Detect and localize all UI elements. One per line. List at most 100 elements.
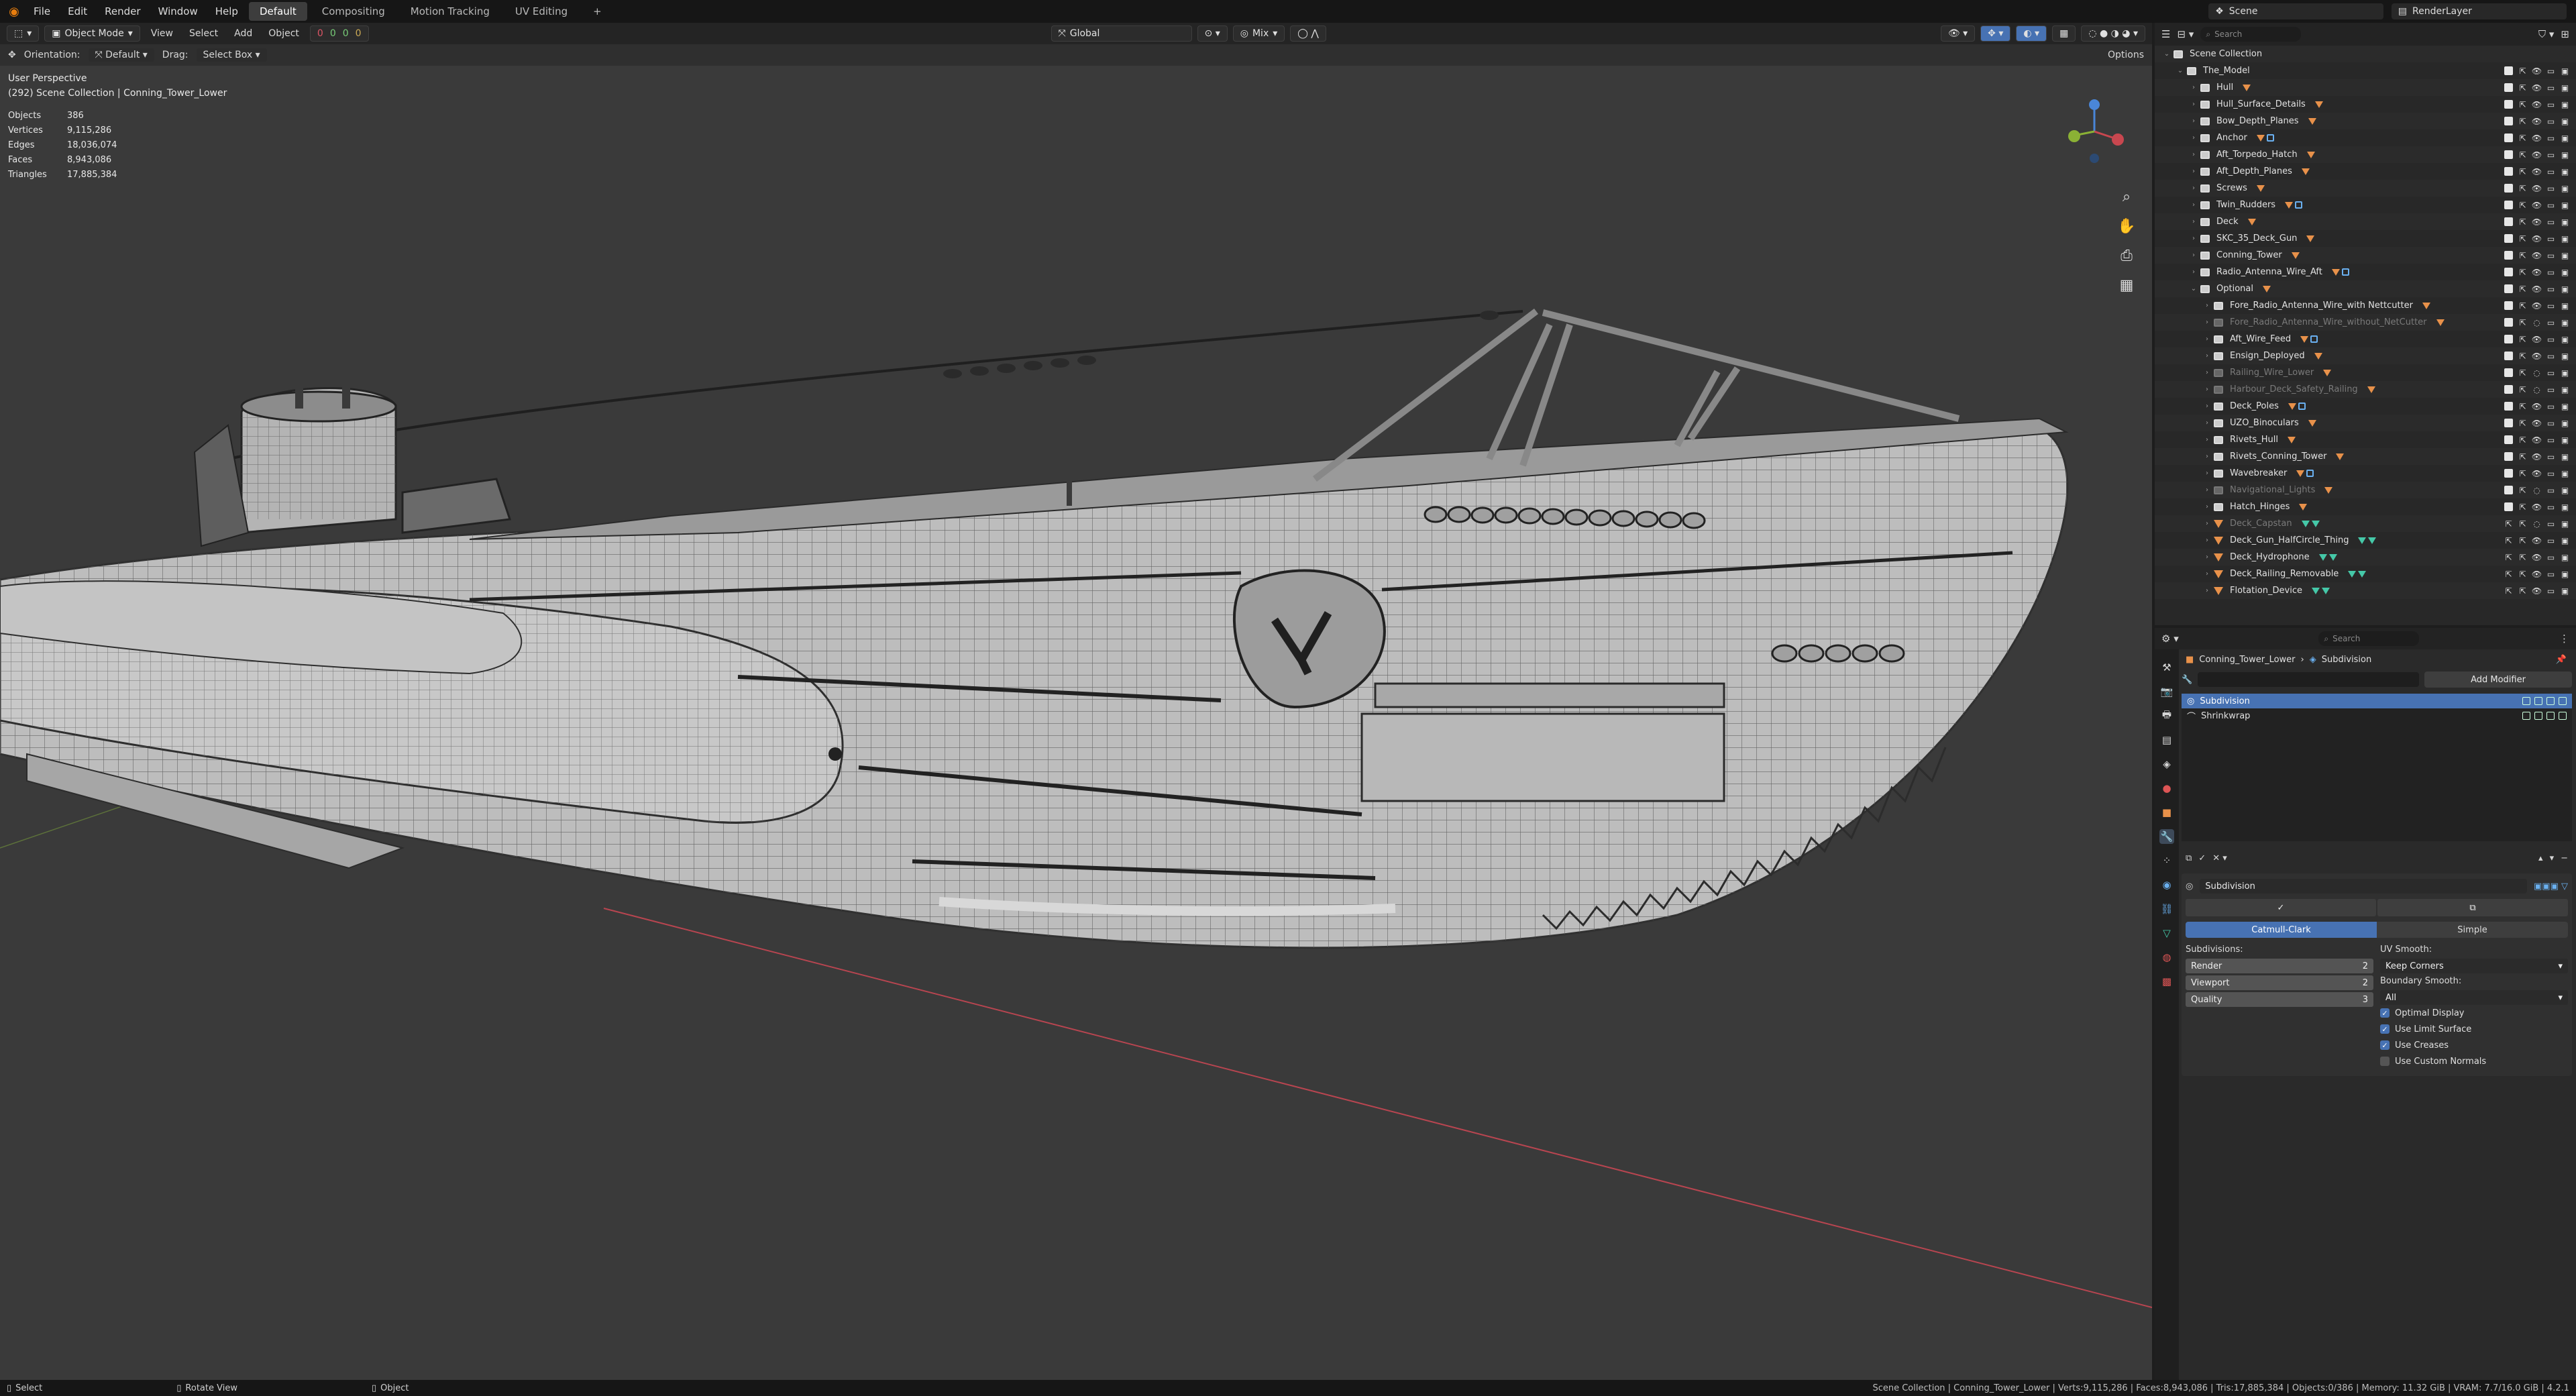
outliner-row[interactable]: › Hatch_Hinges ⇱ 👁 ▭ ▣ — [2155, 498, 2576, 515]
z-axis-icon[interactable] — [2089, 99, 2100, 110]
blender-logo-icon[interactable]: ◉ — [5, 3, 23, 20]
outliner-row[interactable]: › Screws ⇱ 👁 ▭ ▣ — [2155, 180, 2576, 197]
expand-arrow-icon[interactable]: › — [2202, 302, 2212, 309]
camera-icon[interactable]: ▣ — [2561, 519, 2569, 529]
camera-icon[interactable]: ▣ — [2561, 268, 2569, 277]
transform-orientation-dropdown[interactable]: ⤧ Global — [1051, 25, 1192, 42]
outliner-row[interactable]: › Deck_Poles ⇱ 👁 ▭ ▣ — [2155, 398, 2576, 415]
expand-arrow-icon[interactable]: › — [2188, 117, 2199, 125]
outliner-row[interactable]: › Anchor ⇱ 👁 ▭ ▣ — [2155, 129, 2576, 146]
eye-icon[interactable]: 👁 — [2532, 201, 2542, 210]
outliner-row[interactable]: › Wavebreaker ⇱ 👁 ▭ ▣ — [2155, 465, 2576, 482]
outliner-row[interactable]: › Twin_Rudders ⇱ 👁 ▭ ▣ — [2155, 197, 2576, 213]
camera-icon[interactable]: ▣ — [2561, 335, 2569, 344]
shading-mode-buttons[interactable]: ◌ ● ◑ ◕ ▾ — [2081, 25, 2145, 42]
visibility-dropdown[interactable]: 👁 ▾ — [1940, 25, 1976, 42]
camera-icon[interactable]: ▣ — [2561, 100, 2569, 109]
outliner-row[interactable]: › Flotation_Device ⇱ ⇱ 👁 ▭ ▣ — [2155, 582, 2576, 599]
expand-arrow-open-icon[interactable]: ⌄ — [2175, 67, 2186, 74]
monitor-icon[interactable]: ▭ — [2546, 452, 2555, 462]
select-arrow-icon[interactable]: ⇱ — [2518, 133, 2527, 143]
filter-icon[interactable]: ⛉ ▾ — [2538, 28, 2555, 40]
select-arrow-icon[interactable]: ⇱ — [2518, 586, 2527, 596]
physics-tab-icon[interactable]: ◉ — [2159, 877, 2174, 892]
monitor-icon[interactable]: ▭ — [2546, 486, 2555, 495]
outliner-row[interactable]: › Hull_Surface_Details ⇱ 👁 ▭ ▣ — [2155, 96, 2576, 113]
monitor-icon[interactable]: ▭ — [2546, 435, 2555, 445]
select-arrow-icon[interactable]: ⇱ — [2518, 117, 2527, 126]
select-arrow-icon[interactable]: ⇱ — [2504, 536, 2513, 545]
camera-icon[interactable]: ▣ — [2561, 318, 2569, 327]
expand-arrow-icon[interactable]: › — [2202, 319, 2212, 326]
new-collection-icon[interactable]: ⊞ — [2561, 28, 2569, 40]
proportional-edit-toggle[interactable]: ◯ ⋀ — [1290, 25, 1326, 42]
camera-icon[interactable]: ▣ — [2561, 435, 2569, 445]
select-arrow-icon[interactable]: ⇱ — [2518, 335, 2527, 344]
render-levels-field[interactable]: Render 2 — [2186, 959, 2373, 973]
camera-icon[interactable]: ▣ — [2561, 536, 2569, 545]
select-arrow-icon[interactable]: ⇱ — [2518, 301, 2527, 311]
3d-viewport[interactable]: ⬚ ▾ ▣ Object Mode ▾ View Select Add Objec… — [0, 23, 2152, 1380]
select-arrow-icon[interactable]: ⇱ — [2518, 536, 2527, 545]
menu-help[interactable]: Help — [209, 3, 245, 20]
viewport-menu-add[interactable]: Add — [229, 28, 258, 39]
eye-icon[interactable]: 👁 — [2532, 117, 2542, 126]
select-arrow-icon[interactable]: ⇱ — [2518, 217, 2527, 227]
monitor-icon[interactable]: ▭ — [2546, 217, 2555, 227]
move-down-icon[interactable]: ▾ — [2550, 853, 2555, 863]
expand-arrow-icon[interactable]: › — [2202, 369, 2212, 376]
apply-menu-button[interactable]: ⧉ — [2377, 899, 2568, 916]
tool-tab-icon[interactable]: ⚒ — [2159, 660, 2174, 675]
properties-search-input[interactable]: ⌕ Search — [2318, 631, 2420, 646]
gizmo-toggle[interactable]: ✥ ▾ — [1980, 25, 2011, 42]
workspace-tab-motion-tracking[interactable]: Motion Tracking — [400, 2, 500, 21]
view-layer-tab-icon[interactable]: ▤ — [2159, 733, 2174, 747]
exclude-checkbox-icon[interactable] — [2504, 268, 2513, 276]
exclude-checkbox-icon[interactable] — [2504, 66, 2513, 75]
render-tab-icon[interactable]: 📷 — [2159, 684, 2174, 699]
eye-icon[interactable]: 👁 — [2532, 553, 2542, 562]
monitor-icon[interactable]: ▭ — [2546, 402, 2555, 411]
exclude-checkbox-icon[interactable] — [2504, 301, 2513, 310]
modifier-list-item[interactable]: ⌒ Shrinkwrap — [2182, 708, 2572, 723]
expand-arrow-icon[interactable]: › — [2202, 486, 2212, 494]
exclude-checkbox-icon[interactable] — [2504, 318, 2513, 327]
edit-mode-toggle-icon[interactable]: ▣▣▣ ▽ — [2534, 881, 2568, 892]
exclude-checkbox-icon[interactable] — [2504, 469, 2513, 478]
monitor-icon[interactable]: ▭ — [2546, 586, 2555, 596]
transform-tool-icon[interactable]: ✥ — [8, 50, 16, 60]
monitor-icon[interactable]: ▭ — [2546, 66, 2555, 76]
outliner-row[interactable]: › Deck_Gun_HalfCircle_Thing ⇱ ⇱ 👁 ▭ ▣ — [2155, 532, 2576, 549]
scene-tab-icon[interactable]: ◈ — [2159, 757, 2174, 771]
camera-icon[interactable]: ▣ — [2561, 234, 2569, 244]
outliner-search-input[interactable]: ⌕ Search — [2200, 27, 2302, 42]
viewport-menu-view[interactable]: View — [146, 28, 178, 39]
exclude-checkbox-icon[interactable] — [2504, 184, 2513, 193]
camera-icon[interactable]: ▣ — [2561, 66, 2569, 76]
eye-icon[interactable]: ◌ — [2532, 318, 2541, 327]
particles-tab-icon[interactable]: ⁘ — [2159, 853, 2174, 868]
expand-arrow-icon[interactable]: › — [2202, 386, 2212, 393]
viewport-levels-field[interactable]: Viewport 2 — [2186, 975, 2373, 990]
snapping-dropdown[interactable]: ◎ Mix ▾ — [1232, 25, 1285, 42]
zoom-icon[interactable]: ⌕ — [2113, 186, 2140, 207]
menu-file[interactable]: File — [27, 3, 57, 20]
expand-arrow-icon[interactable]: › — [2202, 419, 2212, 427]
menu-edit[interactable]: Edit — [61, 3, 94, 20]
exclude-checkbox-icon[interactable] — [2504, 435, 2513, 444]
data-tab-icon[interactable]: ▽ — [2159, 926, 2174, 941]
eye-icon[interactable]: 👁 — [2532, 100, 2542, 109]
camera-icon[interactable]: ▣ — [2561, 385, 2569, 394]
eye-icon[interactable]: 👁 — [2532, 167, 2542, 176]
monitor-icon[interactable]: ▭ — [2546, 469, 2555, 478]
outliner-row[interactable]: › Railing_Wire_Lower ⇱ ◌ ▭ ▣ — [2155, 364, 2576, 381]
select-arrow-icon[interactable]: ⇱ — [2518, 402, 2527, 411]
expand-arrow-icon[interactable]: › — [2188, 84, 2199, 91]
x-axis-icon[interactable] — [2112, 133, 2124, 146]
outliner-row[interactable]: › Aft_Torpedo_Hatch ⇱ 👁 ▭ ▣ — [2155, 146, 2576, 163]
eye-icon[interactable]: 👁 — [2532, 133, 2542, 143]
select-arrow-icon[interactable]: ⇱ — [2518, 419, 2527, 428]
use-custom-normals-checkbox[interactable]: Use Custom Normals — [2380, 1053, 2568, 1069]
eye-icon[interactable]: 👁 — [2532, 234, 2542, 244]
eye-icon[interactable]: 👁 — [2532, 586, 2542, 596]
